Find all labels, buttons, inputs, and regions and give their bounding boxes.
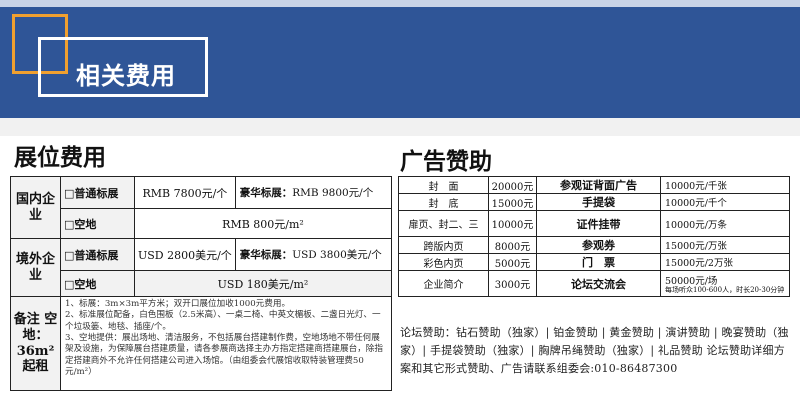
ad-item: 封 面: [398, 176, 489, 194]
ad-price: 50000元/场: [665, 275, 718, 287]
table-row: 扉页、封二、三 10000元 证件挂带 10000元/万条: [398, 210, 790, 237]
booth-fees-heading: 展位费用: [14, 144, 106, 171]
header-banner: 相关费用: [0, 0, 800, 118]
top-strip: [0, 0, 800, 7]
ad-item: 跨版内页: [398, 236, 489, 254]
overseas-luxury-label: 豪华标展：: [239, 249, 293, 261]
ad-price: 10000元/千张: [660, 176, 790, 194]
note-line: 3、空地提供：展出场地、清洁服务，不包括展台搭建制作费，空地场地不带任何展架及设…: [65, 333, 383, 378]
table-row: 封 面 20000元 参观证背面广告 10000元/千张: [398, 176, 790, 194]
page-title: 相关费用: [76, 62, 176, 90]
ad-price-cell: 50000元/场 每场听众100-600人，时长20-30分钟: [660, 270, 790, 297]
ad-price: 20000元: [488, 176, 537, 194]
ad-price: 15000元: [488, 193, 537, 211]
ad-price: 10000元/万条: [660, 210, 790, 237]
domestic-space-label: □空地: [60, 208, 135, 239]
ad-price: 3000元: [488, 270, 537, 297]
ad-item: 封 底: [398, 193, 489, 211]
ad-item: 论坛交流会: [536, 270, 661, 297]
domestic-standard-price: RMB 7800元/个: [134, 176, 236, 209]
domestic-category: 国内企业: [10, 176, 61, 239]
note-category: 备注 空地：36m² 起租: [10, 296, 61, 391]
note-line: 1、标展：3m×3m平方米；双开口展位加收1000元费用。: [65, 299, 291, 309]
ad-item: 门 票: [536, 253, 661, 271]
ad-price: 5000元: [488, 253, 537, 271]
overseas-standard-price: USD 2800美元/个: [134, 238, 236, 271]
ad-item: 参观证背面广告: [536, 176, 661, 194]
ad-item: 扉页、封二、三: [398, 210, 489, 237]
ad-price: 15000元/2万张: [660, 253, 790, 271]
overseas-luxury-price: USD 3800美元/个: [292, 249, 382, 261]
table-row: 跨版内页 8000元 参观券 15000元/万张: [398, 236, 790, 254]
domestic-luxury-price: RMB 9800元/个: [292, 187, 374, 199]
ad-price-table: 封 面 20000元 参观证背面广告 10000元/千张 封 底 15000元 …: [398, 176, 790, 297]
sponsorship-text: 论坛赞助：钻石赞助（独家）| 铂金赞助 | 黄金赞助 | 演讲赞助 | 晚宴赞助…: [400, 326, 789, 375]
table-row: 企业简介 3000元 论坛交流会 50000元/场 每场听众100-600人，时长…: [398, 270, 790, 297]
table-row: 彩色内页 5000元 门 票 15000元/2万张: [398, 253, 790, 271]
gray-band: [0, 118, 800, 136]
overseas-space-price: USD 180美元/m²: [134, 270, 392, 297]
ad-price: 10000元: [488, 210, 537, 237]
ad-price: 15000元/万张: [660, 236, 790, 254]
ad-item: 手提袋: [536, 193, 661, 211]
domestic-luxury-label: 豪华标展：: [239, 187, 293, 199]
overseas-category: 境外企业: [10, 238, 61, 297]
overseas-luxury-cell: 豪华标展：USD 3800美元/个: [234, 238, 393, 271]
domestic-space-price: RMB 800元/m²: [134, 208, 392, 239]
note-line: 2、标准展位配备，白色围板（2.5米高）、一桌二椅、中英文楣板、二盏日光灯、一个…: [65, 310, 381, 332]
ad-price-subnote: 每场听众100-600人，时长20-30分钟: [665, 285, 785, 294]
domestic-luxury-cell: 豪华标展：RMB 9800元/个: [234, 176, 393, 209]
overseas-space-label: □空地: [60, 270, 135, 297]
ad-price: 10000元/千个: [660, 193, 790, 211]
booth-fee-table: 国内企业 □普通标展 RMB 7800元/个 豪华标展：RMB 9800元/个 …: [10, 176, 393, 391]
ad-item: 参观券: [536, 236, 661, 254]
ad-item: 证件挂带: [536, 210, 661, 237]
ad-price: 8000元: [488, 236, 537, 254]
domestic-standard-label: □普通标展: [60, 176, 135, 209]
ad-item: 彩色内页: [398, 253, 489, 271]
note-text: 1、标展：3m×3m平方米；双开口展位加收1000元费用。 2、标准展位配备，白…: [60, 296, 392, 391]
ad-item: 企业简介: [398, 270, 489, 297]
ad-sponsor-heading: 广告赞助: [400, 148, 492, 175]
table-row: 封 底 15000元 手提袋 10000元/千个: [398, 193, 790, 211]
overseas-standard-label: □普通标展: [60, 238, 135, 271]
